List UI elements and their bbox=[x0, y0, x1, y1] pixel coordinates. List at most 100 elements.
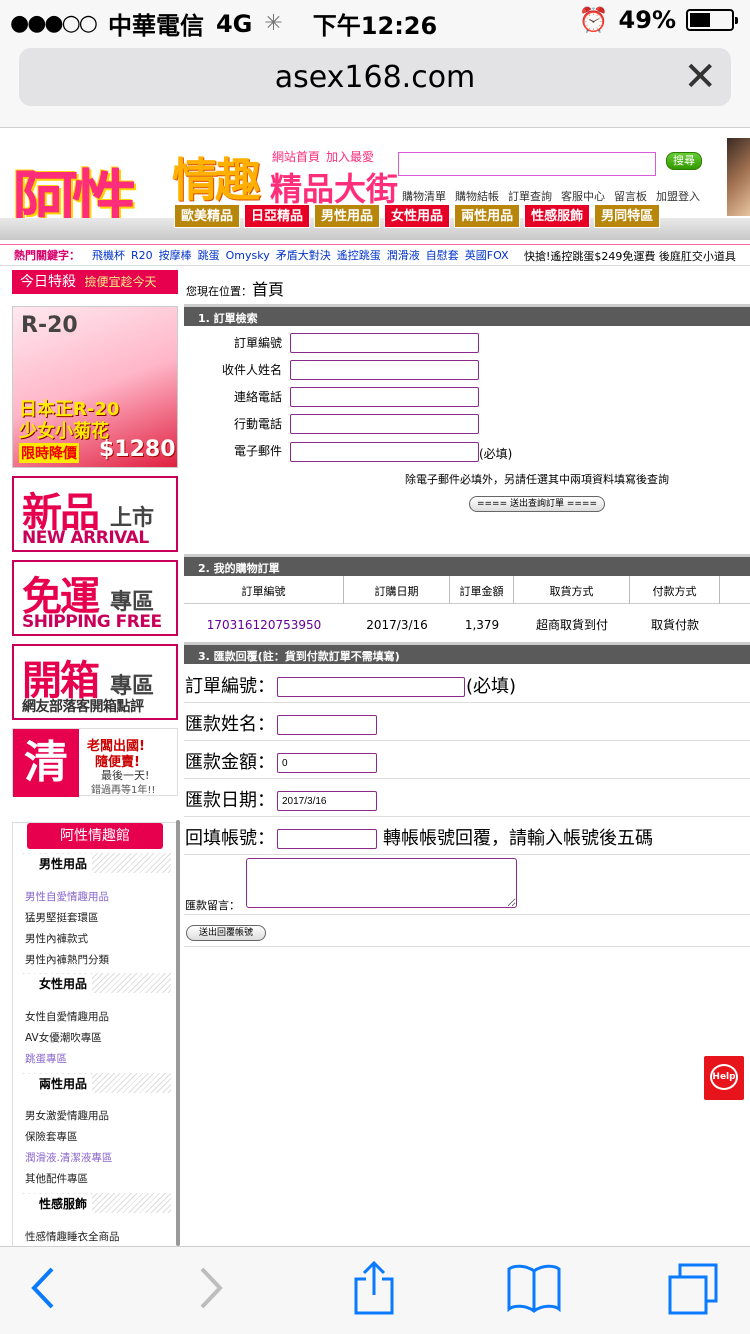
category-gay[interactable]: 男同特區 bbox=[594, 204, 661, 228]
label-remit-date: 匯款日期： bbox=[185, 790, 275, 811]
contact-phone-input[interactable] bbox=[290, 387, 479, 407]
header-link-join[interactable]: 加盟登入 bbox=[656, 188, 700, 204]
header-links: 網站首頁 加入最愛 bbox=[272, 148, 374, 165]
menu-item[interactable]: 男性內褲款式 bbox=[25, 931, 88, 946]
promo-line3: 限時降價 bbox=[19, 443, 79, 463]
col-order-id: 訂單編號 bbox=[184, 576, 344, 604]
header-link-service[interactable]: 客服中心 bbox=[561, 188, 605, 204]
keyword-link[interactable]: 按摩棒 bbox=[159, 247, 192, 263]
label-recipient-name: 收件人姓名 bbox=[221, 363, 282, 377]
remit-name-input[interactable] bbox=[277, 715, 377, 735]
today-sale-header[interactable]: 今日特殺 撿便宜趁今天 bbox=[12, 270, 178, 294]
address-bar[interactable]: asex168.com ✕ bbox=[19, 48, 731, 106]
browser-address-area: asex168.com ✕ bbox=[0, 40, 750, 128]
banner-clearance[interactable]: 清 老闆出國! 隨便賣! 最後一天! 錯過再等1年!! bbox=[12, 728, 178, 797]
hot-keywords-bar: 熱門關鍵字： 飛機杯 R20 按摩棒 跳蛋 Omysky 矛盾大對決 遙控跳蛋 … bbox=[0, 244, 750, 266]
remit-amount-input[interactable] bbox=[277, 753, 377, 773]
remit-order-id-input[interactable] bbox=[277, 677, 465, 697]
header-link-order-query[interactable]: 訂單查詢 bbox=[508, 188, 552, 204]
sidebar-scrollbar[interactable] bbox=[176, 820, 180, 1246]
site-search-button[interactable]: 搜尋 bbox=[666, 152, 702, 170]
submit-query-button[interactable]: ==== 送出查詢訂單 ==== bbox=[469, 496, 605, 512]
account-hint: 轉帳帳號回覆，請輸入帳號後五碼 bbox=[383, 828, 653, 849]
col-payment: 付款方式 bbox=[630, 576, 720, 604]
remit-date-input[interactable] bbox=[277, 791, 377, 811]
category-couple[interactable]: 兩性用品 bbox=[454, 204, 521, 228]
banner-new-arrival[interactable]: 新品 上市 NEW ARRIVAL bbox=[12, 476, 178, 552]
divider bbox=[184, 854, 750, 855]
header-link-board[interactable]: 留言板 bbox=[614, 188, 647, 204]
table-row: 170316120753950 2017/3/16 1,379 超商取貨到付 取… bbox=[184, 614, 750, 636]
search-hint: 除電子郵件必填外，另請任選其中兩項資料填寫後查詢 bbox=[405, 473, 669, 486]
header-link-checkout[interactable]: 購物結帳 bbox=[455, 188, 499, 204]
breadcrumb: 您現在位置：首頁 bbox=[186, 276, 284, 300]
recipient-name-input[interactable] bbox=[290, 360, 479, 380]
menu-item[interactable]: 男性自愛情趣用品 bbox=[25, 889, 109, 904]
keyword-link[interactable]: 自慰套 bbox=[426, 247, 459, 263]
tabs-button[interactable] bbox=[666, 1261, 720, 1321]
keyword-link[interactable]: 飛機杯 bbox=[92, 247, 125, 263]
category-asian[interactable]: 日亞精品 bbox=[244, 204, 311, 228]
menu-item[interactable]: 男性內褲熱門分類 bbox=[25, 952, 109, 967]
menu-item[interactable]: 女性自愛情趣用品 bbox=[25, 1009, 109, 1024]
mobile-phone-input[interactable] bbox=[290, 414, 479, 434]
menu-item[interactable]: AV女優潮吹專區 bbox=[25, 1030, 102, 1045]
stop-loading-close-icon[interactable]: ✕ bbox=[683, 57, 717, 97]
bookmarks-button[interactable] bbox=[506, 1263, 562, 1317]
share-button[interactable] bbox=[352, 1259, 396, 1321]
marquee-ticker[interactable]: 快搶!遙控跳蛋$249免運費 後庭肛交小道具 bbox=[524, 248, 736, 264]
keyword-link[interactable]: 矛盾大對決 bbox=[276, 247, 331, 263]
category-nav: 歐美精品 日亞精品 男性用品 女性用品 兩性用品 性感服飾 男同特區 bbox=[174, 204, 661, 228]
banner-unboxing[interactable]: 開箱 專區 網友部落客開箱點評 bbox=[12, 644, 178, 720]
divider bbox=[184, 914, 750, 915]
keyword-link[interactable]: Omysky bbox=[226, 249, 270, 262]
divider bbox=[184, 778, 750, 779]
keyword-link[interactable]: 英國FOX bbox=[465, 247, 509, 263]
category-female[interactable]: 女性用品 bbox=[384, 204, 451, 228]
submit-remit-button[interactable]: 送出回覆帳號 bbox=[186, 925, 266, 941]
forward-button[interactable] bbox=[196, 1263, 226, 1317]
keyword-link[interactable]: 潤滑液 bbox=[387, 247, 420, 263]
section-title: 性感服飾 bbox=[19, 1194, 93, 1214]
order-id-link[interactable]: 170316120753950 bbox=[184, 614, 344, 636]
order-pickup: 超商取貨到付 bbox=[535, 618, 608, 632]
clearance-big: 清 bbox=[13, 729, 79, 797]
category-male[interactable]: 男性用品 bbox=[314, 204, 381, 228]
back-button[interactable] bbox=[28, 1263, 58, 1317]
breadcrumb-home[interactable]: 首頁 bbox=[252, 280, 284, 299]
menu-item[interactable]: 猛男堅挺套環區 bbox=[25, 910, 99, 925]
keyword-link[interactable]: 跳蛋 bbox=[198, 247, 220, 263]
remit-message-textarea[interactable] bbox=[246, 858, 517, 908]
menu-item[interactable]: 性感情趣睡衣全商品 bbox=[25, 1229, 120, 1244]
help-button[interactable]: Help bbox=[704, 1056, 744, 1100]
order-amount: 1,379 bbox=[464, 618, 500, 632]
label-remit-message: 匯款留言： bbox=[185, 899, 240, 912]
menu-item[interactable]: 其他配件專區 bbox=[25, 1171, 88, 1186]
battery-percent: 49% bbox=[618, 6, 676, 34]
add-favorite-link[interactable]: 加入最愛 bbox=[326, 148, 374, 165]
menu-item[interactable]: 男女激愛情趣用品 bbox=[25, 1108, 109, 1123]
tabs-icon bbox=[668, 1263, 718, 1315]
promo-banner-r20[interactable]: R-20 日本正R-20 少女小菊花 限時降價 $1280 bbox=[12, 306, 178, 468]
menu-section-male: 男性用品 bbox=[19, 853, 171, 874]
order-id-input[interactable] bbox=[290, 333, 479, 353]
promo-line2: 少女小菊花 bbox=[19, 421, 109, 442]
alarm-icon: ⏰ bbox=[578, 6, 609, 34]
category-western[interactable]: 歐美精品 bbox=[174, 204, 241, 228]
header-link-cart[interactable]: 購物清單 bbox=[402, 188, 446, 204]
account-last5-input[interactable] bbox=[277, 829, 377, 849]
keyword-link[interactable]: 遙控跳蛋 bbox=[337, 247, 381, 263]
email-input[interactable] bbox=[290, 442, 479, 462]
site-search-input[interactable] bbox=[398, 152, 656, 176]
category-lingerie[interactable]: 性感服飾 bbox=[524, 204, 591, 228]
today-sale-subtitle: 撿便宜趁今天 bbox=[84, 275, 157, 289]
logo-subtitle-1: 情趣 bbox=[172, 153, 261, 207]
keyword-link[interactable]: R20 bbox=[131, 249, 153, 262]
menu-item[interactable]: 保險套專區 bbox=[25, 1129, 78, 1144]
help-icon: Help bbox=[710, 1064, 738, 1090]
home-link[interactable]: 網站首頁 bbox=[272, 148, 320, 165]
banner-shipping-free[interactable]: 免運 專區 SHIPPING FREE bbox=[12, 560, 178, 636]
label-contact-phone: 連絡電話 bbox=[233, 390, 282, 404]
menu-item[interactable]: 潤滑液.清潔液專區 bbox=[25, 1150, 112, 1165]
menu-item[interactable]: 跳蛋專區 bbox=[25, 1051, 67, 1066]
